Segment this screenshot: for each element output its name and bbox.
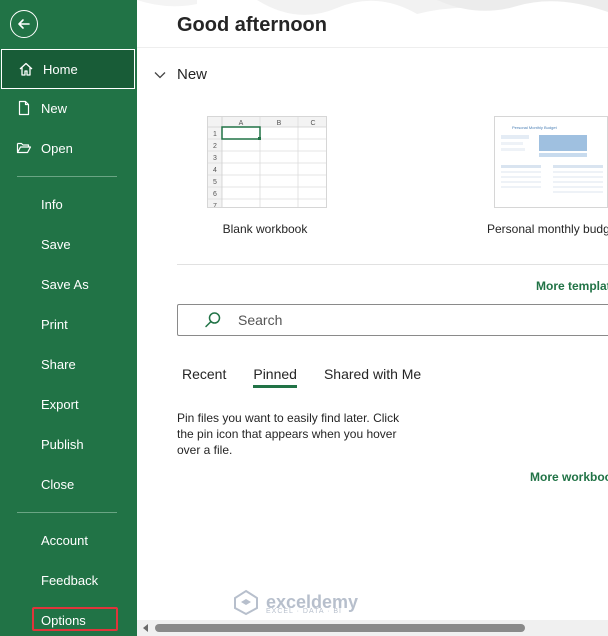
pinned-empty-message: Pin files you want to easily find later.… — [177, 411, 400, 457]
budget-thumb-title: Personal Monthly Budget — [512, 125, 558, 130]
template-caption: Blank workbook — [222, 222, 308, 236]
row-header: 5 — [213, 179, 217, 186]
header-banner: Good afternoon — [137, 0, 608, 48]
column-header: A — [239, 120, 244, 127]
folder-open-icon — [16, 140, 32, 156]
exceldemy-logo-icon — [234, 589, 258, 616]
new-section-header[interactable]: New — [153, 66, 207, 83]
template-blank-workbook[interactable]: A B C 1 2 3 4 5 6 7 Blank workbook — [207, 116, 327, 236]
sidebar-item-label: Feedback — [41, 572, 99, 588]
sidebar-item-label: Save As — [41, 276, 89, 292]
row-header: 7 — [213, 203, 217, 208]
column-header: B — [277, 120, 282, 127]
sidebar-item-home[interactable]: Home — [1, 49, 135, 89]
sidebar-item-label: New — [41, 100, 68, 116]
sidebar-item-label: Close — [41, 476, 75, 492]
sidebar-item-save[interactable]: Save — [0, 224, 137, 264]
page-title: Good afternoon — [177, 14, 327, 36]
section-title: New — [177, 66, 208, 83]
sidebar-item-save-as[interactable]: Save As — [0, 264, 137, 304]
blank-workbook-thumbnail: A B C 1 2 3 4 5 6 7 — [207, 116, 327, 208]
new-document-icon — [16, 100, 32, 116]
tab-recent[interactable]: Recent — [182, 366, 226, 388]
sidebar-item-close[interactable]: Close — [0, 464, 137, 504]
search-input[interactable]: Search — [177, 304, 608, 336]
sidebar-item-export[interactable]: Export — [0, 384, 137, 424]
sidebar-item-publish[interactable]: Publish — [0, 424, 137, 464]
row-header: 3 — [213, 155, 217, 162]
sidebar-item-label: Share — [41, 356, 76, 372]
column-header: C — [310, 120, 315, 127]
tab-shared-with-me[interactable]: Shared with Me — [324, 366, 421, 388]
spreadsheet-grid-preview: A B C 1 2 3 4 5 6 7 — [208, 117, 326, 208]
chevron-down-icon — [153, 68, 167, 82]
template-caption: Personal monthly budg — [487, 222, 608, 236]
sidebar-item-print[interactable]: Print — [0, 304, 137, 344]
sidebar-item-label: Print — [41, 316, 68, 332]
sidebar-item-label: Home — [43, 61, 78, 77]
scroll-left-icon[interactable] — [141, 623, 151, 633]
sidebar-item-new[interactable]: New — [0, 88, 137, 128]
section-divider — [177, 264, 608, 265]
sidebar-divider — [17, 176, 117, 177]
sidebar-item-label: Export — [41, 396, 79, 412]
main-content: New A B C 1 2 3 4 5 6 7 Blank workbook Personal M… — [137, 48, 608, 636]
file-tabs: Recent Pinned Shared with Me — [182, 366, 448, 388]
home-icon — [18, 61, 34, 77]
row-header: 1 — [213, 131, 217, 138]
row-header: 4 — [213, 167, 217, 174]
search-icon — [204, 311, 222, 329]
sidebar-item-share[interactable]: Share — [0, 344, 137, 384]
sidebar-item-label: Account — [41, 532, 88, 548]
back-arrow-icon[interactable] — [10, 10, 38, 38]
options-highlight-box — [32, 607, 118, 631]
sidebar-item-label: Publish — [41, 436, 84, 452]
budget-preview-graphic: Personal Monthly Budget — [501, 125, 603, 193]
sidebar-item-info[interactable]: Info — [0, 184, 137, 224]
sidebar-item-account[interactable]: Account — [0, 520, 137, 560]
horizontal-scrollbar[interactable] — [137, 620, 608, 636]
watermark-subtitle: EXCEL · DATA · BI — [266, 608, 342, 615]
sidebar-divider — [17, 512, 117, 513]
row-header: 2 — [213, 143, 217, 150]
tab-pinned[interactable]: Pinned — [253, 366, 297, 388]
template-personal-monthly-budget[interactable]: Personal Monthly Budget Personal monthly — [487, 116, 608, 236]
sidebar-item-label: Info — [41, 196, 63, 212]
backstage-sidebar: Home New Open Info Save Save As Print Sh… — [0, 0, 137, 636]
scrollbar-thumb[interactable] — [155, 624, 525, 632]
sidebar-item-label: Save — [41, 236, 71, 252]
more-templates-link[interactable]: More templat — [536, 279, 608, 293]
exceldemy-watermark: exceldemy EXCEL · DATA · BI — [232, 588, 358, 616]
search-placeholder: Search — [238, 312, 283, 328]
sidebar-item-feedback[interactable]: Feedback — [0, 560, 137, 600]
row-header: 6 — [213, 191, 217, 198]
budget-template-thumbnail: Personal Monthly Budget — [494, 116, 608, 208]
sidebar-item-label: Open — [41, 140, 73, 156]
more-workbooks-link[interactable]: More workboo — [530, 470, 608, 484]
sidebar-item-open[interactable]: Open — [0, 128, 137, 168]
